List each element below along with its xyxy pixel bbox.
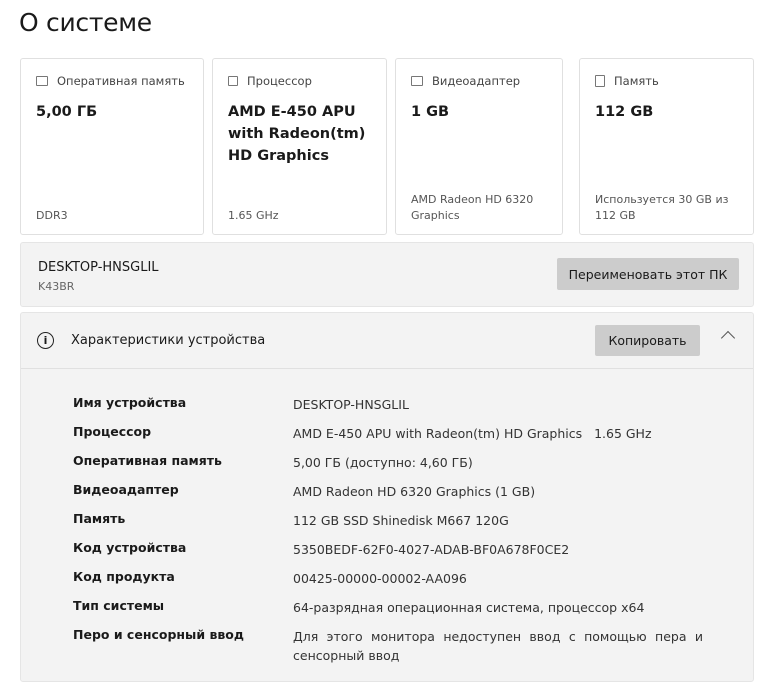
card-sub: DDR3 — [36, 209, 68, 222]
info-icon: i — [37, 332, 54, 349]
device-specs-title: Характеристики устройства — [71, 333, 266, 348]
spec-label: Оперативная память — [73, 453, 222, 468]
spec-value: AMD E-450 APU with Radeon(tm) HD Graphic… — [293, 426, 652, 441]
spec-label: Процессор — [73, 424, 152, 439]
spec-value: DESKTOP-HNSGLIL — [293, 397, 409, 412]
device-name: DESKTOP-HNSGLIL — [38, 260, 159, 275]
spec-label: Видеоадаптер — [73, 482, 179, 497]
spec-label: Код устройства — [73, 540, 187, 555]
spec-label: Имя устройства — [73, 395, 187, 410]
card-memory: Оперативная память 5,00 ГБ DDR3 — [20, 58, 204, 235]
memory-icon — [36, 76, 48, 86]
card-sub: 1.65 GHz — [228, 209, 279, 222]
chevron-up-icon[interactable] — [720, 330, 736, 346]
card-value: AMD E-450 APU with Radeon(tm) HD Graphic… — [228, 104, 366, 164]
spec-value: 64-разрядная операционная система, проце… — [293, 600, 645, 615]
card-value: 1 GB — [411, 104, 450, 120]
card-storage: Память 112 GB Используется 30 GB из 112 … — [579, 58, 754, 235]
card-label: Процессор — [247, 74, 312, 88]
copy-button[interactable]: Копировать — [595, 325, 700, 356]
card-value: 112 GB — [595, 104, 654, 120]
card-sub: Используется 30 GB из 112 GB — [595, 193, 729, 222]
card-value: 5,00 ГБ — [36, 104, 98, 120]
rename-pc-button[interactable]: Переименовать этот ПК — [557, 258, 739, 290]
device-specs-header[interactable]: i Характеристики устройства Копировать — [21, 313, 753, 369]
processor-icon — [228, 76, 238, 86]
device-name-section: DESKTOP-HNSGLIL K43BR Переименовать этот… — [20, 242, 754, 307]
spec-value: 5350BEDF-62F0-4027-ADAB-BF0A678F0CE2 — [293, 542, 570, 557]
storage-icon — [595, 75, 605, 87]
spec-value: 112 GB SSD Shinedisk M667 120G — [293, 513, 509, 528]
card-processor: Процессор AMD E-450 APU with Radeon(tm) … — [212, 58, 387, 235]
device-specs-panel: i Характеристики устройства Копировать И… — [20, 312, 754, 682]
spec-label: Память — [73, 511, 126, 526]
spec-value: Для этого монитора недоступен ввод с пом… — [293, 629, 703, 663]
spec-value: 5,00 ГБ (доступно: 4,60 ГБ) — [293, 455, 473, 470]
card-sub: AMD Radeon HD 6320 Graphics — [411, 193, 534, 222]
spec-value: 00425-00000-00002-AA096 — [293, 571, 467, 586]
page-title: О системе — [19, 8, 152, 37]
spec-label: Код продукта — [73, 569, 175, 584]
card-display-adapter: Видеоадаптер 1 GB AMD Radeon HD 6320 Gra… — [395, 58, 563, 235]
spec-value: AMD Radeon HD 6320 Graphics (1 GB) — [293, 484, 536, 499]
card-label: Оперативная память — [57, 74, 185, 88]
device-model: K43BR — [38, 280, 75, 293]
card-label: Память — [614, 74, 659, 88]
display-adapter-icon — [411, 76, 423, 86]
spec-label: Тип системы — [73, 598, 165, 613]
card-label: Видеоадаптер — [432, 74, 521, 88]
spec-label: Перо и сенсорный ввод — [73, 627, 244, 642]
